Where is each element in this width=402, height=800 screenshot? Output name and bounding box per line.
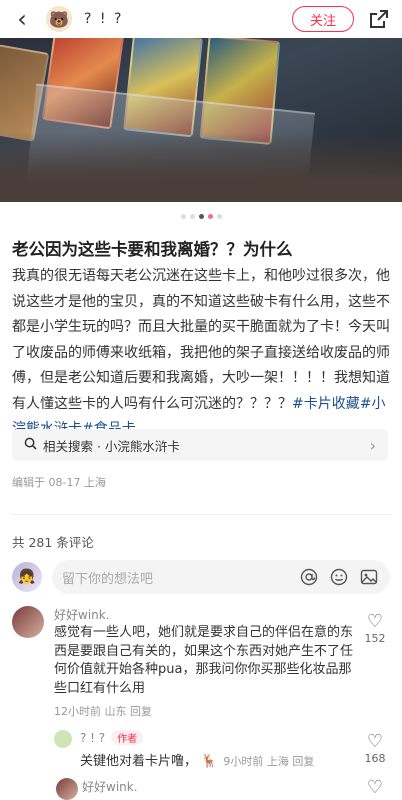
heart-icon[interactable]: ♡ <box>360 732 390 752</box>
comment-like[interactable]: ♡ 152 <box>360 612 390 646</box>
post-body-text: 我真的很无语每天老公沉迷在这些卡上，和他吵过很多次，他说这些才是他的宝贝，真的不… <box>12 268 390 412</box>
author-badge: 作者 <box>111 730 144 745</box>
post-image[interactable] <box>0 38 402 202</box>
user-avatar: 👧 <box>12 562 42 592</box>
post-body: 我真的很无语每天老公沉迷在这些卡上，和他吵过很多次，他说这些才是他的宝贝，真的不… <box>12 264 392 443</box>
commenter-name[interactable]: 好好wink. <box>54 606 110 623</box>
reply-name-row: ? ! ? 作者 <box>80 730 144 745</box>
reply-text-row: 关键他对着卡片噜， 🦌 9小时前 上海 回复 <box>80 750 314 769</box>
hashtag-link[interactable]: #卡片收藏 <box>292 396 360 412</box>
image-icon[interactable] <box>358 566 380 588</box>
comment-text: 感觉有一些人吧，她们就是要求自己的伴侣在意的东西是要跟自己有关的，如果这个东西对… <box>54 625 354 696</box>
heart-icon[interactable]: ♡ <box>360 778 390 798</box>
pager-dot <box>189 214 195 219</box>
related-search-bar[interactable]: 相关搜索 · 小浣熊水浒卡 › <box>12 429 388 461</box>
like-count: 152 <box>364 632 386 645</box>
author-avatar[interactable]: 🐻 <box>46 6 72 32</box>
comment-input-placeholder: 留下你的想法吧 <box>62 571 154 587</box>
search-icon <box>24 437 37 453</box>
edit-timestamp: 编辑于 08-17 上海 <box>12 476 106 489</box>
share-icon[interactable] <box>366 6 392 32</box>
like-count: 168 <box>364 752 386 765</box>
follow-button[interactable]: 关注 <box>292 6 354 32</box>
commenter-avatar[interactable] <box>12 606 44 638</box>
comment-item: 好好wink. ♡ <box>12 778 390 800</box>
pager-dot <box>216 214 222 219</box>
commenter-avatar[interactable] <box>56 778 78 800</box>
top-bar: ‹ 🐻 ? ! ? 关注 <box>0 0 402 38</box>
floor-shadow <box>0 132 402 202</box>
divider <box>12 514 390 515</box>
related-search-label: 相关搜索 · 小浣熊水浒卡 <box>43 438 180 454</box>
emoji-icon[interactable] <box>328 566 350 588</box>
comment-like[interactable]: ♡ <box>360 778 390 798</box>
at-icon[interactable] <box>298 566 320 588</box>
reply-avatar[interactable] <box>54 730 72 748</box>
reply-text: 关键他对着卡片噜， <box>80 754 198 769</box>
post-title: 老公因为这些卡要和我离婚？？为什么 <box>12 240 293 259</box>
deer-emoji-icon: 🦌 <box>201 754 218 769</box>
chevron-right-icon: › <box>369 435 376 455</box>
pager-dot-active <box>198 214 204 219</box>
comment-count: 共 281 条评论 <box>12 535 94 550</box>
pager-dot <box>180 214 186 219</box>
reply-name[interactable]: ? ! ? <box>80 731 105 745</box>
image-pager-dots <box>0 214 402 219</box>
heart-icon[interactable]: ♡ <box>360 612 390 632</box>
pager-dot <box>207 214 213 219</box>
comment-input[interactable]: 留下你的想法吧 <box>52 560 390 594</box>
reply-like[interactable]: ♡ 168 <box>360 732 390 766</box>
comment-input-row: 👧 留下你的想法吧 <box>12 558 390 596</box>
back-icon[interactable]: ‹ <box>10 5 34 33</box>
comment-item: 好好wink. 感觉有一些人吧，她们就是要求自己的伴侣在意的东西是要跟自己有关的… <box>12 606 390 719</box>
author-name[interactable]: ? ! ? <box>84 11 123 27</box>
reply-meta[interactable]: 9小时前 上海 回复 <box>223 755 314 768</box>
comment-meta[interactable]: 12小时前 山东 回复 <box>54 703 152 719</box>
commenter-name[interactable]: 好好wink. <box>82 778 138 795</box>
reply-item: ? ! ? 作者 关键他对着卡片噜， 🦌 9小时前 上海 回复 <box>46 730 376 770</box>
